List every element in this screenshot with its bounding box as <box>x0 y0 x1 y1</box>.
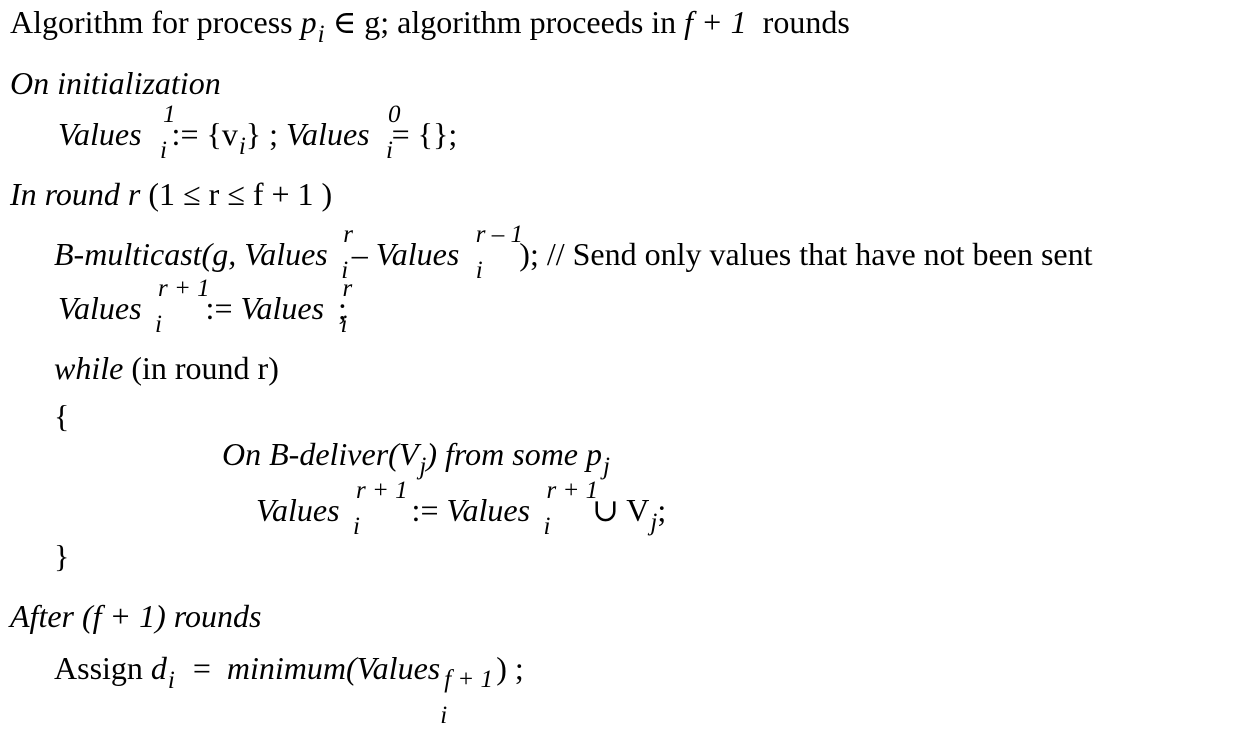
round-heading: In round r (1 ≤ r ≤ f + 1 ) <box>10 174 332 214</box>
sub-i: i <box>340 311 348 338</box>
sub-i: i <box>155 311 162 338</box>
deliver-from: ) from some p <box>426 436 602 472</box>
sup-r: r <box>342 275 353 302</box>
sup-0: 0 <box>388 101 401 128</box>
values-word: Values <box>286 116 370 152</box>
assign-statement: Assign di = minimum(Values f + 1 i) ; <box>54 648 524 728</box>
assign-word: Assign <box>54 650 143 686</box>
sub-i: i <box>475 257 483 284</box>
title-prefix: Algorithm for process <box>10 4 293 40</box>
assign-op: := <box>411 492 439 528</box>
semicolon: ; <box>657 492 667 528</box>
init-heading: On initialization <box>10 65 221 101</box>
assign-v: := {v <box>171 116 238 152</box>
close-paren: ) ; <box>496 650 524 686</box>
close-v: } ; <box>245 116 279 152</box>
values-r-plus-1-term: Values r + 1 i <box>256 478 408 539</box>
values-word: Values <box>244 236 328 272</box>
sub-i: i <box>167 667 175 694</box>
sup-r-minus-1: r – 1 <box>475 221 523 248</box>
values-0-term: Values 0 i <box>286 102 401 163</box>
after-word: After <box>10 598 74 634</box>
sub-j: j <box>603 453 610 480</box>
values-word: Values <box>240 290 325 326</box>
sub-i: i <box>353 513 360 540</box>
algorithm-title: Algorithm for process pi ∈ g; algorithm … <box>10 2 850 48</box>
sup-r-plus-1: r + 1 <box>158 275 210 302</box>
group-membership: ∈ g <box>332 4 381 40</box>
values-r-term: Values r i <box>244 222 353 283</box>
while-statement: while (in round r) <box>54 348 279 388</box>
values-r-term: Values r i <box>240 276 352 337</box>
equals-sign: = <box>192 650 211 686</box>
empty-set: = {}; <box>391 116 458 152</box>
values-word: Values <box>256 492 340 528</box>
deliver-handler: On B-deliver(Vj) from some pj <box>222 434 610 480</box>
close-brace: } <box>54 538 70 574</box>
sub-i: i <box>543 513 551 540</box>
values-word: Values <box>58 116 142 152</box>
values-word: Values <box>375 236 460 272</box>
round-count: f + 1 <box>684 4 747 40</box>
title-suffix: ; algorithm proceeds in <box>380 4 677 40</box>
copy-statement: Values r + 1i := Values r i; <box>58 276 352 337</box>
values-1-term: Values 1 i <box>58 102 176 163</box>
decision-symbol: d <box>150 650 167 686</box>
minus-sign: – <box>351 236 368 272</box>
multicast-call: B-multicast(g, <box>54 236 237 272</box>
after-rounds-word: rounds <box>173 598 262 634</box>
sub-i: i <box>440 702 448 729</box>
sup-r: r <box>343 221 353 248</box>
round-condition: (1 ≤ r ≤ f + 1 ) <box>148 176 333 212</box>
after-rounds-count: (f + 1) <box>81 598 166 634</box>
union-statement: Values r + 1 i := Values r + 1 i ∪ Vj; <box>256 478 667 539</box>
sub-j: j <box>650 509 658 536</box>
sub-j: j <box>419 453 427 480</box>
rounds-word: rounds <box>762 4 850 40</box>
v-index: i <box>238 133 246 160</box>
sup-r-plus-1: r + 1 <box>546 477 599 504</box>
values-r-plus-1-term: Values r + 1 i <box>446 478 598 539</box>
while-keyword: while <box>54 350 124 386</box>
init-statement: Values 1 i := {vi} ; Values 0 i = {}; <box>58 102 458 163</box>
sub-i: i <box>386 137 393 164</box>
process-index: i <box>317 21 325 48</box>
process-symbol: p <box>300 4 317 40</box>
minimum-call: minimum(Values <box>226 650 441 686</box>
union-op: ∪ V <box>592 492 650 528</box>
values-word: Values <box>446 492 531 528</box>
values-word: Values <box>58 290 142 326</box>
values-r-plus-1-term: Values r + 1 i <box>58 276 210 337</box>
sup-r-plus-1: r + 1 <box>356 477 408 504</box>
values-r-minus-1-term: Values r – 1 i <box>375 222 523 283</box>
sub-i: i <box>160 137 167 164</box>
open-brace: { <box>54 398 70 434</box>
after-heading: After (f + 1) rounds <box>10 596 262 636</box>
round-heading-text: In round r <box>10 176 141 212</box>
multicast-comment: ); // Send only values that have not bee… <box>519 236 1093 272</box>
while-condition: (in round r) <box>131 350 279 386</box>
deliver-on: On B-deliver(V <box>222 436 419 472</box>
sup-1: 1 <box>163 101 176 128</box>
sup-f-plus-1: f + 1 <box>444 666 494 693</box>
multicast-statement: B-multicast(g, Values r i – Values r – 1 i);… <box>54 222 1093 283</box>
